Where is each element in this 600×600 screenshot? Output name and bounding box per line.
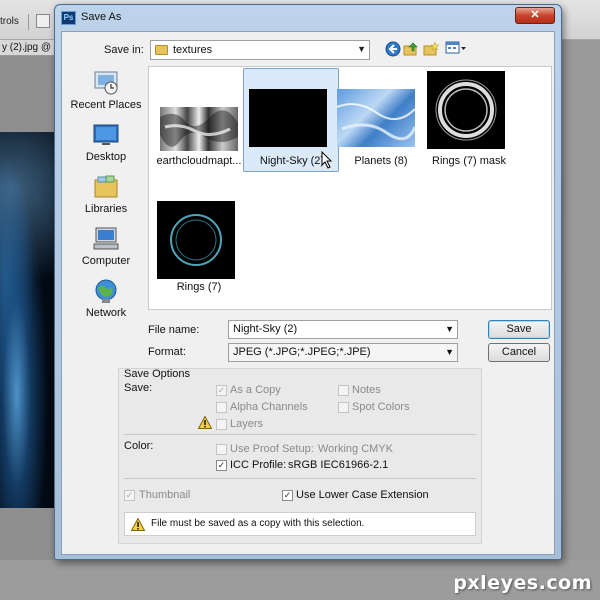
dialog-body: Save in: textures ▼ Recent Places Deskto… bbox=[61, 31, 555, 555]
alpha-channels-label: Alpha Channels bbox=[230, 401, 308, 413]
use-proof-setup-checkbox[interactable] bbox=[216, 444, 227, 455]
icc-profile-value: sRGB IEC61966-2.1 bbox=[288, 459, 389, 471]
up-folder-icon[interactable] bbox=[402, 41, 420, 59]
rings-thumbnail bbox=[157, 201, 235, 279]
warning-icon bbox=[198, 416, 212, 429]
cancel-button[interactable]: Cancel bbox=[488, 343, 550, 362]
place-label: Network bbox=[85, 307, 127, 319]
rings-mask-thumbnail bbox=[427, 71, 505, 149]
new-folder-icon[interactable] bbox=[422, 41, 440, 59]
recent-places-icon bbox=[92, 70, 120, 96]
format-value: JPEG (*.JPG;*.JPEG;*.JPE) bbox=[233, 346, 371, 358]
file-item[interactable]: Rings (7) mask bbox=[421, 69, 517, 173]
as-a-copy-label: As a Copy bbox=[230, 384, 281, 396]
icc-profile-label: ICC Profile: bbox=[230, 459, 287, 471]
notes-checkbox[interactable] bbox=[338, 385, 349, 396]
place-label: Computer bbox=[81, 255, 131, 267]
lower-case-extension-label: Use Lower Case Extension bbox=[296, 489, 429, 501]
back-icon[interactable] bbox=[384, 41, 402, 59]
thumbnail-checkbox[interactable]: ✓ bbox=[124, 490, 135, 501]
file-name-value: Night-Sky (2) bbox=[233, 323, 298, 335]
file-name: Rings (7) bbox=[176, 281, 222, 293]
notes-label: Notes bbox=[352, 384, 381, 396]
photoshop-app-icon: Ps bbox=[61, 11, 76, 25]
lower-case-extension-checkbox[interactable]: ✓ bbox=[282, 490, 293, 501]
file-name: Planets (8) bbox=[354, 155, 408, 167]
color-section-label: Color: bbox=[124, 440, 154, 452]
photoshop-panel-area bbox=[560, 40, 600, 560]
place-label: Libraries bbox=[84, 203, 128, 215]
view-menu-icon[interactable] bbox=[444, 41, 468, 59]
file-item[interactable]: Rings (7) bbox=[151, 195, 247, 299]
dialog-title: Save As bbox=[81, 11, 122, 23]
night-sky-thumbnail bbox=[249, 89, 327, 147]
save-options-title: Save Options bbox=[124, 368, 191, 380]
thumbnail-label: Thumbnail bbox=[139, 489, 191, 501]
places-bar: Recent Places Desktop Libraries Computer bbox=[66, 66, 146, 319]
spot-colors-label: Spot Colors bbox=[352, 401, 410, 413]
libraries-icon bbox=[92, 174, 120, 200]
network-icon bbox=[92, 278, 120, 304]
as-a-copy-checkbox[interactable]: ✓ bbox=[216, 385, 227, 396]
file-name-label: File name: bbox=[148, 324, 200, 336]
place-network[interactable]: Network bbox=[66, 276, 146, 326]
close-button[interactable]: ✕ bbox=[515, 7, 555, 24]
desktop-icon bbox=[92, 122, 120, 148]
alpha-channels-checkbox[interactable] bbox=[216, 402, 227, 413]
file-name: earthcloudmapt... bbox=[156, 155, 242, 167]
place-libraries[interactable]: Libraries bbox=[66, 172, 146, 222]
planets-thumbnail bbox=[336, 89, 417, 147]
layers-checkbox[interactable] bbox=[216, 419, 227, 430]
proof-setup-profile: Working CMYK bbox=[318, 443, 393, 455]
computer-icon bbox=[92, 226, 120, 252]
dialog-titlebar[interactable]: Ps Save As ✕ bbox=[55, 5, 561, 31]
toolbar-separator bbox=[28, 14, 29, 30]
mouse-cursor-icon bbox=[321, 151, 333, 169]
format-label: Format: bbox=[148, 346, 186, 358]
format-dropdown[interactable]: JPEG (*.JPG;*.JPEG;*.JPE) ▼ bbox=[228, 343, 458, 362]
chevron-down-icon: ▼ bbox=[357, 44, 366, 54]
options-divider bbox=[124, 434, 476, 435]
place-label: Desktop bbox=[85, 151, 127, 163]
document-canvas[interactable] bbox=[0, 132, 56, 508]
place-desktop[interactable]: Desktop bbox=[66, 120, 146, 170]
save-in-value: textures bbox=[173, 44, 213, 56]
save-in-dropdown[interactable]: textures ▼ bbox=[150, 40, 370, 60]
document-tab[interactable]: y (2).jpg @ 4 bbox=[0, 40, 60, 56]
file-name-input[interactable]: Night-Sky (2) ▼ bbox=[228, 320, 458, 339]
earth-cloud-map-thumbnail bbox=[160, 107, 238, 151]
spot-colors-checkbox[interactable] bbox=[338, 402, 349, 413]
chevron-down-icon[interactable]: ▼ bbox=[445, 324, 454, 334]
place-recent-places[interactable]: Recent Places bbox=[66, 68, 146, 118]
file-list[interactable]: earthcloudmapt... Night-Sky (2) Planets … bbox=[148, 66, 552, 310]
file-name: Rings (7) mask bbox=[432, 155, 506, 167]
layers-label: Layers bbox=[230, 418, 264, 430]
save-section-label: Save: bbox=[124, 382, 153, 394]
message-text: File must be saved as a copy with this s… bbox=[151, 518, 365, 529]
options-bar-label: trols bbox=[0, 16, 19, 27]
warning-icon bbox=[131, 518, 145, 531]
use-proof-setup-label: Use Proof Setup: bbox=[230, 443, 314, 455]
save-warning-message: File must be saved as a copy with this s… bbox=[124, 512, 476, 536]
place-label: Recent Places bbox=[70, 99, 142, 111]
options-divider bbox=[124, 478, 476, 479]
save-button[interactable]: Save bbox=[488, 320, 550, 339]
save-as-dialog: Ps Save As ✕ Save in: textures ▼ Recent … bbox=[54, 4, 562, 560]
file-item[interactable]: Planets (8) bbox=[333, 69, 429, 173]
place-computer[interactable]: Computer bbox=[66, 224, 146, 274]
save-in-label: Save in: bbox=[104, 44, 144, 56]
folder-icon bbox=[155, 45, 168, 55]
watermark-logo: pxleyes.com bbox=[453, 572, 592, 594]
file-item[interactable]: earthcloudmapt... bbox=[151, 69, 247, 173]
icc-profile-checkbox[interactable]: ✓ bbox=[216, 460, 227, 471]
chevron-down-icon[interactable]: ▼ bbox=[445, 347, 454, 357]
toolbar-tool-icon[interactable] bbox=[36, 14, 50, 28]
